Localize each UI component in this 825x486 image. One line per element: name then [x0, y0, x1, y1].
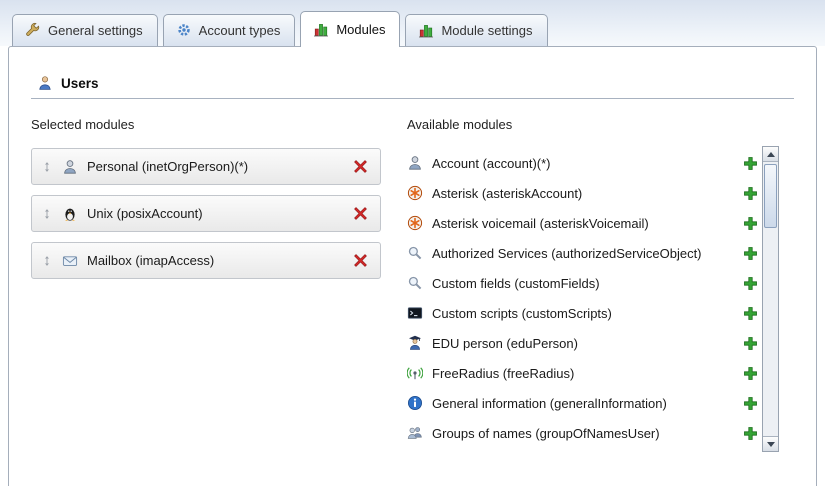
remove-icon — [353, 253, 368, 268]
edu-person-icon — [407, 335, 423, 351]
penguin-icon — [62, 206, 78, 222]
add-module-button[interactable] — [743, 246, 758, 261]
module-label: Custom scripts (customScripts) — [432, 306, 734, 321]
magnifier-icon — [407, 275, 423, 291]
module-label: FreeRadius (freeRadius) — [432, 366, 734, 381]
add-icon — [743, 396, 758, 411]
group-icon — [407, 425, 423, 441]
selected-modules-heading: Selected modules — [31, 117, 381, 132]
chart-icon — [313, 21, 329, 37]
arrow-up-icon — [767, 152, 775, 157]
tab-general-settings[interactable]: General settings — [12, 14, 158, 46]
module-label: Asterisk voicemail (asteriskVoicemail) — [432, 216, 734, 231]
add-module-button[interactable] — [743, 426, 758, 441]
available-module-row: Asterisk voicemail (asteriskVoicemail) — [407, 208, 758, 238]
modules-columns: Selected modules Personal (inetOrgPerson… — [9, 99, 816, 448]
add-icon — [743, 276, 758, 291]
available-module-row: Groups of names (groupOfNamesUser) — [407, 418, 758, 448]
section-title: Users — [61, 76, 99, 91]
add-icon — [743, 186, 758, 201]
mail-icon — [62, 253, 78, 269]
wrench-icon — [25, 22, 41, 38]
scroll-up-button[interactable] — [763, 147, 778, 162]
available-module-row: FreeRadius (freeRadius) — [407, 358, 758, 388]
available-module-row: Custom scripts (customScripts) — [407, 298, 758, 328]
add-icon — [743, 366, 758, 381]
gears-icon — [176, 22, 192, 38]
module-label: EDU person (eduPerson) — [432, 336, 734, 351]
add-module-button[interactable] — [743, 396, 758, 411]
scroll-down-button[interactable] — [763, 436, 778, 451]
module-label: Mailbox (imapAccess) — [87, 253, 344, 268]
tab-label: Modules — [336, 22, 385, 37]
tab-modules[interactable]: Modules — [300, 11, 400, 47]
remove-icon — [353, 206, 368, 221]
remove-module-button[interactable] — [353, 253, 368, 268]
tab-label: Module settings — [441, 23, 532, 38]
add-icon — [743, 246, 758, 261]
available-modules-heading: Available modules — [407, 117, 794, 132]
add-module-button[interactable] — [743, 186, 758, 201]
module-label: Unix (posixAccount) — [87, 206, 344, 221]
available-modules-list: Account (account)(*) Asterisk (asteriskA… — [407, 148, 794, 448]
available-module-row: Asterisk (asteriskAccount) — [407, 178, 758, 208]
add-module-button[interactable] — [743, 336, 758, 351]
asterisk-icon — [407, 215, 423, 231]
selected-module-row[interactable]: Unix (posixAccount) — [31, 195, 381, 232]
scrollbar[interactable] — [762, 146, 779, 452]
available-module-row: Authorized Services (authorizedServiceOb… — [407, 238, 758, 268]
drag-handle-icon[interactable] — [41, 207, 53, 221]
user-icon — [37, 75, 53, 91]
remove-icon — [353, 159, 368, 174]
add-icon — [743, 336, 758, 351]
drag-handle-icon[interactable] — [41, 254, 53, 268]
add-icon — [743, 306, 758, 321]
person-icon — [407, 155, 423, 171]
tabs-bar: General settings Account types Modules M… — [0, 0, 825, 46]
scrollbar-thumb[interactable] — [764, 164, 777, 228]
add-icon — [743, 426, 758, 441]
person-icon — [62, 159, 78, 175]
add-icon — [743, 156, 758, 171]
radio-icon — [407, 365, 423, 381]
magnifier-icon — [407, 245, 423, 261]
add-icon — [743, 216, 758, 231]
info-icon — [407, 395, 423, 411]
chart-icon — [418, 22, 434, 38]
drag-handle-icon[interactable] — [41, 160, 53, 174]
add-module-button[interactable] — [743, 276, 758, 291]
available-module-row: General information (generalInformation) — [407, 388, 758, 418]
selected-modules-column: Selected modules Personal (inetOrgPerson… — [31, 117, 381, 448]
available-module-row: Account (account)(*) — [407, 148, 758, 178]
content-panel: Users Selected modules Personal (inetOrg… — [8, 46, 817, 486]
remove-module-button[interactable] — [353, 206, 368, 221]
module-label: Asterisk (asteriskAccount) — [432, 186, 734, 201]
tab-label: Account types — [199, 23, 281, 38]
module-label: Personal (inetOrgPerson)(*) — [87, 159, 344, 174]
add-module-button[interactable] — [743, 216, 758, 231]
section-users-header: Users — [31, 75, 794, 99]
available-module-row: EDU person (eduPerson) — [407, 328, 758, 358]
available-modules-column: Available modules Account (account)(*) A… — [407, 117, 794, 448]
tab-module-settings[interactable]: Module settings — [405, 14, 547, 46]
add-module-button[interactable] — [743, 306, 758, 321]
module-label: Groups of names (groupOfNamesUser) — [432, 426, 734, 441]
tab-account-types[interactable]: Account types — [163, 14, 296, 46]
module-label: Authorized Services (authorizedServiceOb… — [432, 246, 734, 261]
selected-module-row[interactable]: Personal (inetOrgPerson)(*) — [31, 148, 381, 185]
tab-label: General settings — [48, 23, 143, 38]
script-icon — [407, 305, 423, 321]
module-label: Custom fields (customFields) — [432, 276, 734, 291]
add-module-button[interactable] — [743, 366, 758, 381]
available-module-row: Custom fields (customFields) — [407, 268, 758, 298]
module-label: General information (generalInformation) — [432, 396, 734, 411]
module-label: Account (account)(*) — [432, 156, 734, 171]
selected-module-row[interactable]: Mailbox (imapAccess) — [31, 242, 381, 279]
arrow-down-icon — [767, 442, 775, 447]
scrollbar-track[interactable] — [763, 162, 778, 436]
add-module-button[interactable] — [743, 156, 758, 171]
remove-module-button[interactable] — [353, 159, 368, 174]
asterisk-icon — [407, 185, 423, 201]
